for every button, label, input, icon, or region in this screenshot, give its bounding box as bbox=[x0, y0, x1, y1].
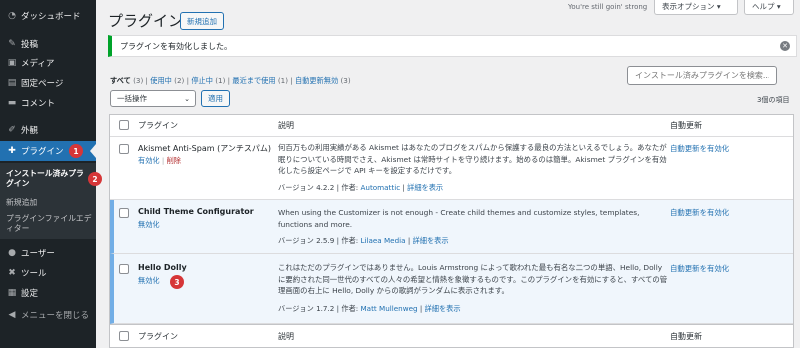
media-icon: ▣ bbox=[7, 58, 17, 68]
user-icon: ● bbox=[8, 248, 16, 258]
table-footer-row: プラグイン 説明 自動更新 bbox=[110, 324, 793, 348]
sidebar-item-pages[interactable]: ▤ 固定ページ bbox=[0, 73, 96, 93]
sidebar-item-appearance[interactable]: ✐ 外観 bbox=[0, 120, 96, 140]
sidebar-item-posts[interactable]: ✎ 投稿 bbox=[0, 34, 96, 54]
plugin-icon: ✚ bbox=[8, 146, 16, 156]
column-plugin[interactable]: プラグイン bbox=[138, 120, 178, 131]
item-count: 3個の項目 bbox=[757, 96, 790, 104]
table-header-row: プラグイン 説明 自動更新 bbox=[110, 115, 793, 137]
row-actions: 無効化 bbox=[138, 276, 160, 286]
deactivate-link[interactable]: 無効化 bbox=[138, 220, 160, 229]
brush-icon: ✐ bbox=[8, 125, 16, 135]
delete-link[interactable]: 削除 bbox=[167, 156, 181, 165]
chevron-down-icon: ⌄ bbox=[184, 95, 190, 103]
plugin-meta: バージョン 4.2.2 | 作者: Automattic | 詳細を表示 bbox=[278, 183, 444, 192]
author-link[interactable]: Matt Mullenweg bbox=[360, 304, 417, 313]
pin-icon: ✎ bbox=[8, 39, 16, 49]
author-link[interactable]: Lilaea Media bbox=[360, 236, 405, 245]
enable-auto-update-link[interactable]: 自動更新を有効化 bbox=[670, 207, 729, 218]
sidebar-item-comments[interactable]: ▬ コメント bbox=[0, 93, 96, 113]
plugin-name: Hello Dolly bbox=[138, 263, 187, 272]
dashboard-icon: ◔ bbox=[8, 11, 16, 21]
author-link[interactable]: Automattic bbox=[360, 183, 400, 192]
enable-auto-update-link[interactable]: 自動更新を有効化 bbox=[670, 143, 729, 154]
hello-dolly-lyric: You're still goin' strong bbox=[568, 3, 648, 11]
add-new-button[interactable]: 新規追加 bbox=[180, 12, 224, 30]
row-actions: 有効化 | 削除 bbox=[138, 156, 181, 165]
filter-recently-active[interactable]: 最近まで使用 bbox=[232, 76, 275, 85]
column-description-footer: 説明 bbox=[278, 332, 294, 341]
sidebar-item-dashboard[interactable]: ◔ ダッシュボード bbox=[0, 6, 96, 26]
dismiss-icon[interactable]: ✕ bbox=[780, 41, 790, 51]
settings-icon: ▦ bbox=[7, 288, 17, 298]
details-link[interactable]: 詳細を表示 bbox=[407, 183, 443, 192]
plugins-update-badge: 1 bbox=[69, 144, 83, 158]
admin-sidebar: ◔ ダッシュボード ✎ 投稿 ▣ メディア ▤ 固定ページ ▬ コメント ✐ 外… bbox=[0, 0, 102, 348]
plugin-name: Child Theme Configurator bbox=[138, 207, 254, 216]
sidebar-collapse[interactable]: ◀ メニューを閉じる bbox=[0, 305, 96, 325]
plugin-search-input[interactable] bbox=[627, 66, 777, 85]
filter-active[interactable]: 使用中 bbox=[150, 76, 172, 85]
bulk-action-select[interactable]: 一括操作 ⌄ bbox=[110, 90, 196, 107]
select-all-checkbox[interactable] bbox=[119, 120, 129, 130]
plugins-table: プラグイン 説明 自動更新 Akismet Anti-Spam (アンチスパム)… bbox=[109, 114, 794, 348]
plugin-description: 何百万もの利用実績がある Akismet はあなたのブログをスパムから保護する最… bbox=[278, 143, 667, 175]
select-all-checkbox-footer[interactable] bbox=[119, 331, 129, 341]
table-row: Hello Dolly 無効化 3 これはただのプラグインではありません。Lou… bbox=[110, 254, 793, 324]
page-title: プラグイン bbox=[108, 12, 184, 30]
plugin-description: これはただのプラグインではありません。Louis Armstrong によって歌… bbox=[278, 263, 668, 295]
details-link[interactable]: 詳細を表示 bbox=[425, 304, 461, 313]
row-checkbox[interactable] bbox=[119, 264, 129, 274]
deactivate-annotation-badge: 3 bbox=[170, 275, 184, 289]
sidebar-item-media[interactable]: ▣ メディア bbox=[0, 53, 96, 73]
active-menu-notch bbox=[90, 144, 96, 158]
page-icon: ▤ bbox=[7, 78, 17, 88]
submenu-annotation-badge: 2 bbox=[88, 172, 102, 186]
plugin-status-filters: すべて (3) | 使用中 (2) | 停止中 (1) | 最近まで使用 (1)… bbox=[110, 76, 351, 85]
sidebar-item-settings[interactable]: ▦ 設定 bbox=[0, 283, 96, 303]
table-row: Child Theme Configurator 無効化 When using … bbox=[110, 200, 793, 254]
sidebar-item-users[interactable]: ● ユーザー bbox=[0, 243, 96, 263]
apply-button[interactable]: 適用 bbox=[201, 90, 230, 107]
row-actions: 無効化 bbox=[138, 220, 160, 230]
wrench-icon: ✖ bbox=[8, 268, 16, 278]
column-auto-updates: 自動更新 bbox=[670, 121, 702, 130]
submenu-plugin-editor[interactable]: プラグインファイルエディター bbox=[6, 214, 92, 234]
deactivate-link[interactable]: 無効化 bbox=[138, 276, 160, 285]
details-link[interactable]: 詳細を表示 bbox=[413, 236, 449, 245]
column-description: 説明 bbox=[278, 121, 294, 130]
column-auto-updates-footer: 自動更新 bbox=[670, 332, 702, 341]
help-button[interactable]: ヘルプ ▾ bbox=[744, 0, 794, 15]
notice-text: プラグインを有効化しました。 bbox=[120, 41, 232, 51]
plugin-meta: バージョン 1.7.2 | 作者: Matt Mullenweg | 詳細を表示 bbox=[278, 304, 461, 313]
plugins-submenu: インストール済みプラグイン 新規追加 プラグインファイルエディター bbox=[0, 163, 96, 239]
table-row: Akismet Anti-Spam (アンチスパム) 有効化 | 削除 何百万も… bbox=[110, 137, 793, 200]
filter-all[interactable]: すべて bbox=[110, 76, 131, 85]
plugin-description: When using the Customizer is not enough … bbox=[278, 208, 640, 229]
comment-icon: ▬ bbox=[7, 98, 17, 108]
submenu-installed-plugins[interactable]: インストール済みプラグイン bbox=[6, 169, 86, 189]
collapse-icon: ◀ bbox=[8, 310, 16, 320]
screen-options-button[interactable]: 表示オプション ▾ bbox=[654, 0, 738, 15]
success-notice: プラグインを有効化しました。 ✕ bbox=[108, 35, 797, 57]
activate-link[interactable]: 有効化 bbox=[138, 156, 160, 165]
row-checkbox[interactable] bbox=[119, 144, 129, 154]
plugin-name: Akismet Anti-Spam (アンチスパム) bbox=[138, 144, 271, 153]
filter-auto-update-disabled[interactable]: 自動更新無効 bbox=[295, 76, 338, 85]
filter-inactive[interactable]: 停止中 bbox=[191, 76, 213, 85]
row-checkbox[interactable] bbox=[119, 208, 129, 218]
column-plugin-footer[interactable]: プラグイン bbox=[138, 331, 178, 342]
submenu-add-new[interactable]: 新規追加 bbox=[6, 198, 37, 208]
enable-auto-update-link[interactable]: 自動更新を有効化 bbox=[670, 263, 729, 274]
plugin-meta: バージョン 2.5.9 | 作者: Lilaea Media | 詳細を表示 bbox=[278, 236, 449, 245]
sidebar-item-tools[interactable]: ✖ ツール bbox=[0, 263, 96, 283]
